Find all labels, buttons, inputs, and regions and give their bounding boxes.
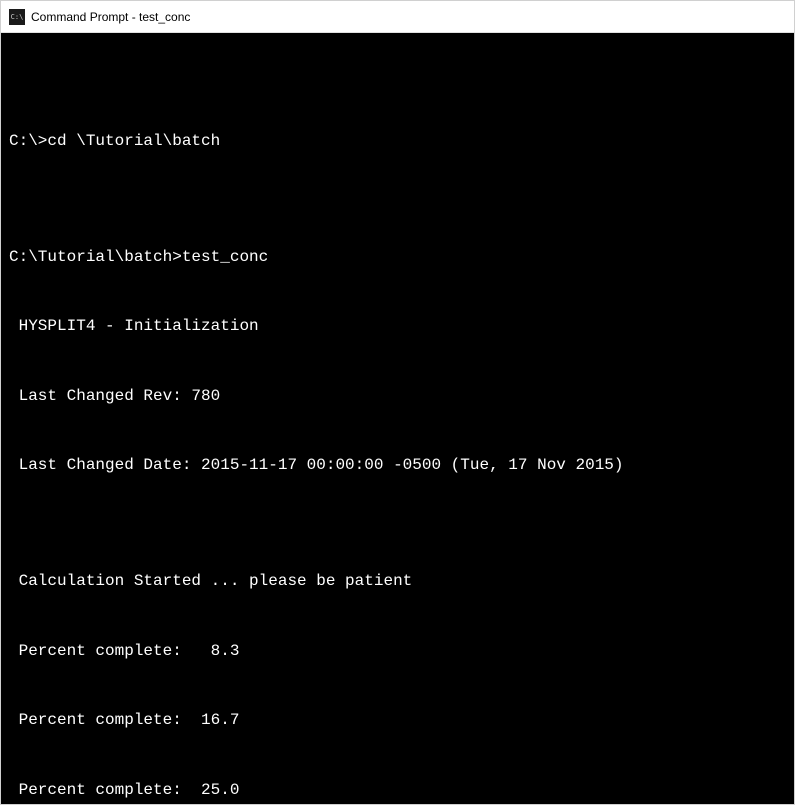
terminal-line: Last Changed Date: 2015-11-17 00:00:00 -… xyxy=(9,454,786,477)
window-title: Command Prompt - test_conc xyxy=(31,10,190,24)
terminal-output[interactable]: C:\>cd \Tutorial\batch C:\Tutorial\batch… xyxy=(1,33,794,804)
title-bar: C:\ Command Prompt - test_conc xyxy=(1,1,794,33)
terminal-line: C:\Tutorial\batch>test_conc xyxy=(9,246,786,269)
terminal-line: HYSPLIT4 - Initialization xyxy=(9,315,786,338)
terminal-line: Percent complete: 8.3 xyxy=(9,640,786,663)
terminal-line: C:\>cd \Tutorial\batch xyxy=(9,130,786,153)
terminal-line: Last Changed Rev: 780 xyxy=(9,385,786,408)
terminal-line: Percent complete: 25.0 xyxy=(9,779,786,802)
terminal-line: Calculation Started ... please be patien… xyxy=(9,570,786,593)
cmd-icon: C:\ xyxy=(9,9,25,25)
terminal-line: Percent complete: 16.7 xyxy=(9,709,786,732)
